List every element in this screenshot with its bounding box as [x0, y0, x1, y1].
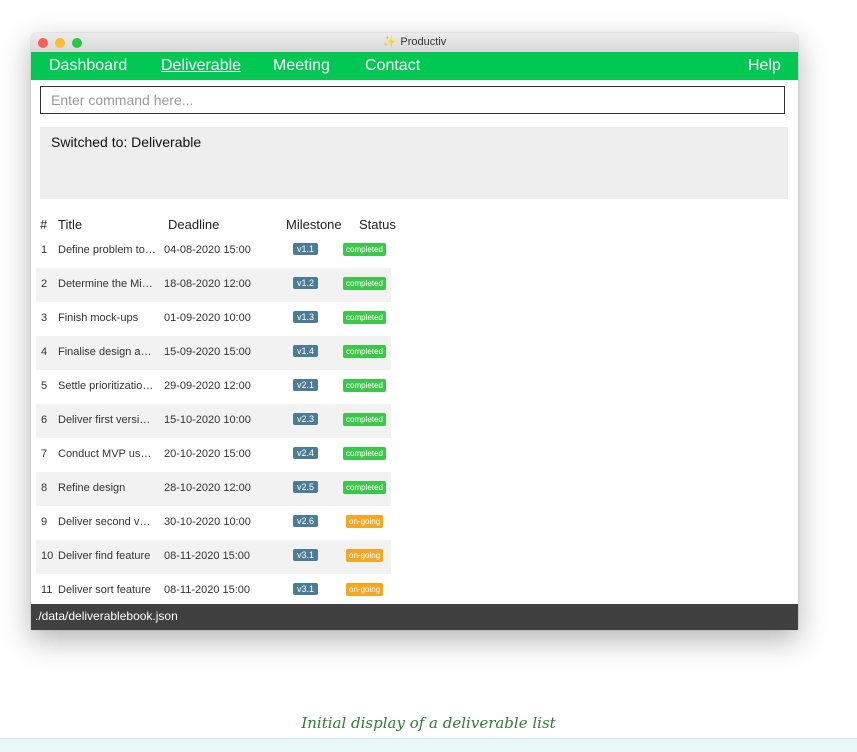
- item-title: Finish mock-ups: [58, 312, 139, 324]
- status-bar: ./data/deliverablebook.json: [31, 604, 798, 630]
- milestone-badge: v2.6: [293, 515, 319, 527]
- command-input[interactable]: [40, 86, 785, 114]
- sparkle-icon: ✨: [382, 36, 397, 48]
- milestone-badge: v3.1: [293, 549, 319, 561]
- item-deadline: 08-11-2020 15:00: [164, 550, 251, 562]
- item-index: 6: [41, 414, 48, 426]
- item-deadline: 28-10-2020 12:00: [164, 482, 251, 494]
- figure-caption: Initial display of a deliverable list: [301, 714, 556, 732]
- status-badge: completed: [343, 481, 386, 494]
- status-badge: completed: [343, 447, 386, 460]
- milestone-badge: v1.3: [293, 311, 319, 323]
- status-badge: completed: [343, 345, 386, 358]
- item-index: 5: [41, 380, 48, 392]
- menu-bar: Dashboard Deliverable Meeting Contact He…: [31, 52, 798, 80]
- item-title: Deliver first version ...: [58, 414, 156, 426]
- list-item[interactable]: 5 Settle prioritization o... 29-09-2020 12…: [36, 370, 391, 404]
- list-item[interactable]: 7 Conduct MVP usabil... 20-10-2020 15:00 v2…: [36, 438, 391, 472]
- item-index: 10: [41, 550, 54, 562]
- list-item[interactable]: 6 Deliver first version ... 15-10-2020 10:…: [36, 404, 391, 438]
- status-badge: completed: [343, 379, 386, 392]
- item-deadline: 15-09-2020 15:00: [164, 346, 251, 358]
- item-index: 9: [41, 516, 48, 528]
- list-item[interactable]: 2 Determine the Mini... 18-08-2020 12:00 v1…: [36, 268, 391, 302]
- item-index: 11: [41, 584, 53, 596]
- header-deadline: Deadline: [168, 217, 220, 232]
- milestone-badge: v2.3: [293, 413, 319, 425]
- deliverable-list[interactable]: 1 Define problem to s... 04-08-2020 15:00 v…: [31, 234, 798, 604]
- menu-help[interactable]: Help: [748, 57, 781, 75]
- item-deadline: 08-11-2020 15:00: [164, 584, 251, 596]
- app-window: ✨ Productiv Dashboard Deliverable Meeting…: [31, 33, 798, 630]
- page-footer-band: [0, 738, 857, 752]
- window-title: Productiv: [400, 36, 447, 48]
- data-file-path: ./data/deliverablebook.json: [35, 609, 178, 623]
- milestone-badge: v2.5: [293, 481, 319, 493]
- title-bar: ✨ Productiv: [31, 33, 798, 53]
- item-index: 4: [41, 346, 48, 358]
- item-title: Deliver find feature: [58, 550, 151, 562]
- item-title: Define problem to s...: [58, 244, 156, 256]
- item-index: 3: [41, 312, 48, 324]
- menu-contact[interactable]: Contact: [365, 57, 420, 75]
- item-index: 2: [41, 278, 48, 290]
- status-badge: on-going: [346, 583, 384, 596]
- list-header: # Title Deadline Milestone Status: [31, 217, 451, 235]
- result-text: Switched to: Deliverable: [51, 134, 202, 150]
- item-deadline: 29-09-2020 12:00: [164, 380, 251, 392]
- item-title: Conduct MVP usabil...: [58, 448, 156, 460]
- header-index: #: [40, 217, 48, 232]
- item-deadline: 30-10-2020 10:00: [164, 516, 251, 528]
- status-badge: on-going: [346, 549, 384, 562]
- milestone-badge: v3.1: [293, 583, 319, 595]
- list-item[interactable]: 8 Refine design 28-10-2020 12:00 v2.5 comple…: [36, 472, 391, 506]
- milestone-badge: v1.2: [293, 277, 319, 289]
- item-title: Settle prioritization o...: [58, 380, 156, 392]
- item-title: Refine design: [58, 482, 126, 494]
- item-index: 8: [41, 482, 48, 494]
- item-deadline: 15-10-2020 10:00: [164, 414, 251, 426]
- status-badge: completed: [343, 413, 386, 426]
- item-index: 1: [41, 244, 48, 256]
- header-milestone: Milestone: [286, 217, 342, 232]
- menu-meeting[interactable]: Meeting: [273, 57, 330, 75]
- result-display: Switched to: Deliverable: [40, 127, 788, 199]
- milestone-badge: v2.4: [293, 447, 319, 459]
- status-badge: on-going: [346, 515, 384, 528]
- status-badge: completed: [343, 311, 386, 324]
- menu-dashboard[interactable]: Dashboard: [49, 57, 127, 75]
- header-title: Title: [58, 217, 83, 232]
- item-deadline: 04-08-2020 15:00: [164, 244, 251, 256]
- item-title: Deliver sort feature: [58, 584, 151, 596]
- milestone-badge: v1.4: [293, 345, 319, 357]
- list-item[interactable]: 9 Deliver second versi... 30-10-2020 10:00…: [36, 506, 391, 540]
- list-item[interactable]: 1 Define problem to s... 04-08-2020 15:00 v…: [36, 234, 391, 268]
- item-title: Deliver second versi...: [58, 516, 156, 528]
- item-deadline: 01-09-2020 10:00: [164, 312, 251, 324]
- item-deadline: 20-10-2020 15:00: [164, 448, 251, 460]
- list-item[interactable]: 3 Finish mock-ups 01-09-2020 10:00 v1.3 comp…: [36, 302, 391, 336]
- list-item[interactable]: 10 Deliver find feature 08-11-2020 15:00 v3…: [36, 540, 391, 574]
- item-index: 7: [41, 448, 48, 460]
- item-deadline: 18-08-2020 12:00: [164, 278, 251, 290]
- menu-deliverable[interactable]: Deliverable: [161, 57, 241, 75]
- milestone-badge: v2.1: [293, 379, 319, 391]
- list-item[interactable]: 4 Finalise design and ... 15-09-2020 15:00…: [36, 336, 391, 370]
- list-item[interactable]: 11 Deliver sort feature 08-11-2020 15:00 v3…: [36, 574, 391, 604]
- status-badge: completed: [343, 277, 386, 290]
- header-status: Status: [359, 217, 396, 232]
- milestone-badge: v1.1: [293, 243, 319, 255]
- status-badge: completed: [343, 243, 386, 256]
- item-title: Finalise design and ...: [58, 346, 156, 358]
- item-title: Determine the Mini...: [58, 278, 156, 290]
